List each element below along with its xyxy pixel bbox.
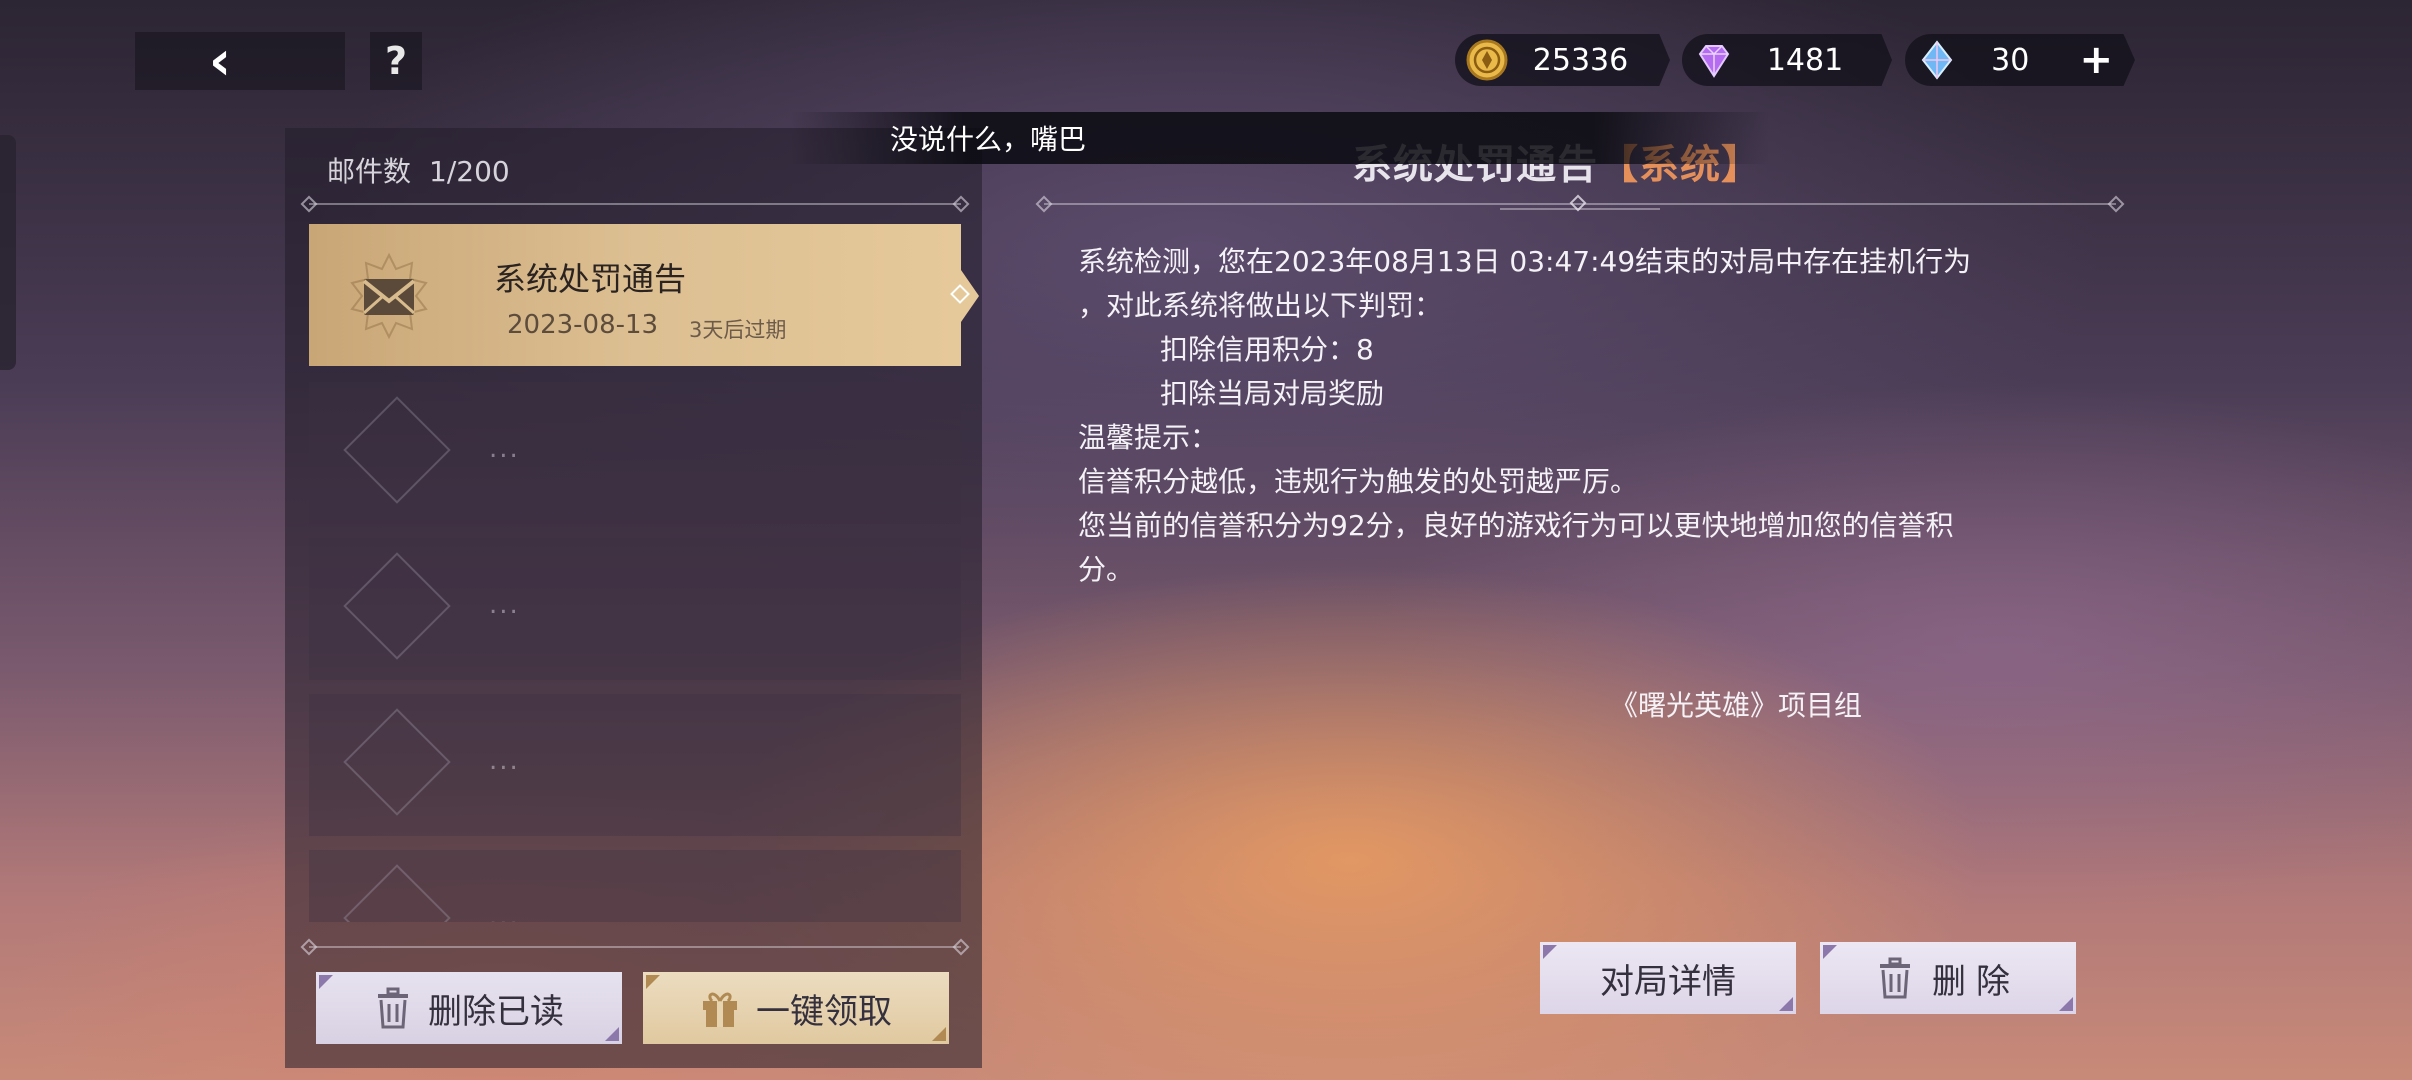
body-line: 分。 [1078,553,1135,586]
gift-icon [703,992,737,1027]
add-currency-button[interactable]: + [2079,37,2113,83]
divider [309,946,961,948]
purple-diamond-icon [1698,45,1730,78]
mail-count: 邮件数 1/200 [327,150,510,190]
purple-gem-amount: 1481 [1766,42,1844,78]
side-drawer-handle[interactable] [0,135,16,370]
mail-count-value: 1/200 [429,155,510,188]
gold-amount: 25336 [1532,42,1629,78]
mail-item-title: 系统处罚通告 [494,260,687,298]
diamond-icon [343,552,451,660]
placeholder-dots: ... [489,746,520,776]
mail-signature: 《曙光英雄》项目组 [1610,689,1863,722]
mail-detail-body: 系统检测，您在2023年08月13日 03:47:49结束的对局中存在挂机行为 … [1078,240,2108,592]
trash-icon [378,987,408,1029]
diamond-icon [343,864,451,922]
delete-mail-button[interactable]: 删除 [1820,942,2076,1014]
match-details-label: 对局详情 [1600,961,1736,1002]
mail-list-panel: 邮件数 1/200 系统处罚通告 2023-08-13 3天后过期 ... ...… [285,128,982,1068]
blue-gem-currency: 30 + [1905,34,2135,86]
body-line: 您当前的信誉积分为92分，良好的游戏行为可以更快地增加您的信誉积 [1078,509,1954,542]
help-button[interactable]: ? [370,32,422,90]
body-line: 系统检测，您在2023年08月13日 03:47:49结束的对局中存在挂机行为 [1078,245,1972,278]
back-button[interactable]: ‹ [135,32,345,90]
body-line: 信誉积分越低，违规行为触发的处罚越严厉。 [1078,465,1639,498]
gold-currency: 25336 [1455,34,1670,86]
delete-read-label: 删除已读 [428,991,564,1032]
body-line: 扣除信用积分：8 [1160,333,1374,366]
coin-icon [1466,39,1508,81]
mail-list-item[interactable]: 系统处罚通告 2023-08-13 3天后过期 [309,224,979,366]
trash-icon [1880,957,1910,999]
placeholder-dots: ... [489,434,520,464]
chat-toast: 没说什么，嘴巴 [790,112,1770,164]
envelope-icon [339,246,439,346]
toast-text: 没说什么，嘴巴 [890,123,1087,156]
body-line: 温馨提示： [1078,421,1219,454]
mail-item-expiry: 3天后过期 [689,318,787,342]
diamond-icon [343,708,451,816]
claim-all-label: 一键领取 [756,991,892,1032]
claim-all-button[interactable]: 一键领取 [643,972,949,1044]
chevron-left-icon: ‹ [208,29,232,92]
diamond-icon [343,396,451,504]
body-line: 扣除当局对局奖励 [1160,377,1385,410]
empty-mail-slot: ... [309,850,961,922]
delete-read-button[interactable]: 删除已读 [316,972,622,1044]
divider [309,203,961,205]
empty-mail-slot: ... [309,538,961,680]
empty-mail-slot: ... [309,694,961,836]
placeholder-dots: ... [489,902,520,922]
blue-crystal-icon [1921,40,1953,80]
match-details-button[interactable]: 对局详情 [1540,942,1796,1014]
body-line: ，对此系统将做出以下判罚： [1078,289,1443,322]
empty-mail-slot: ... [309,382,961,524]
purple-gem-currency: 1481 [1682,34,1892,86]
mail-item-date: 2023-08-13 [507,310,659,340]
blue-gem-amount: 30 [1991,42,2030,78]
question-icon: ? [384,39,408,83]
placeholder-dots: ... [489,590,520,620]
delete-mail-label: 删除 [1932,961,2020,1002]
mail-count-label: 邮件数 [327,155,412,188]
